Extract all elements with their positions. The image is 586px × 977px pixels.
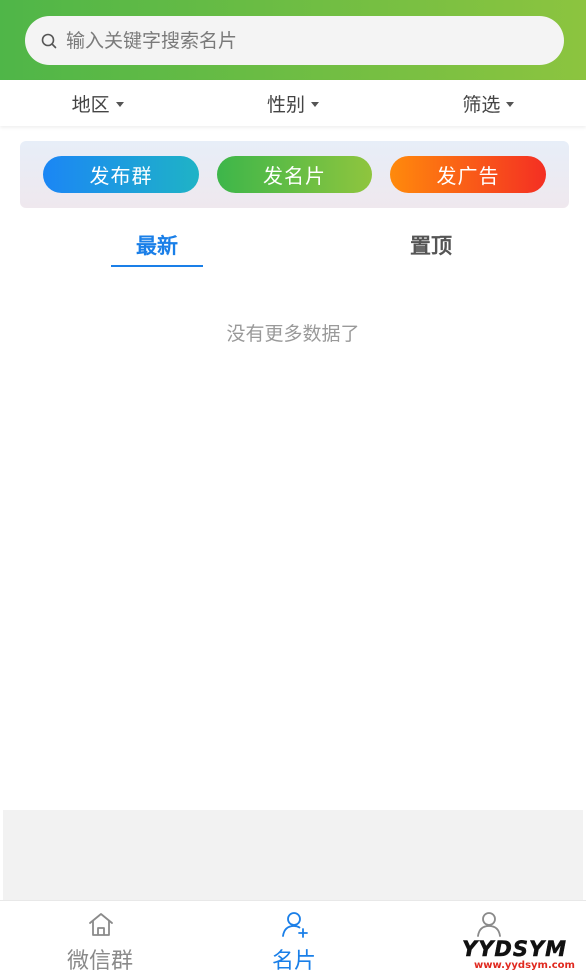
publish-group-button[interactable]: 发布群: [43, 156, 199, 193]
user-icon: [477, 912, 501, 937]
filter-region-label: 地区: [71, 93, 110, 116]
caret-down-icon: [115, 101, 124, 107]
home-icon: [89, 913, 113, 936]
footer-spacer: [3, 810, 583, 900]
caret-down-icon: [311, 101, 319, 107]
tab-active-indicator: [111, 265, 203, 267]
tab-pinned[interactable]: 置顶: [385, 230, 477, 270]
filter-region[interactable]: 地区: [0, 90, 195, 117]
nav-item-cards-label: 名片: [271, 949, 316, 974]
watermark-url: www.yydsym.com: [474, 960, 575, 971]
filter-more[interactable]: 筛选: [391, 90, 586, 117]
search-icon: [41, 33, 57, 48]
nav-item-groups-label: 微信群: [66, 949, 133, 974]
filter-more-label: 筛选: [462, 93, 501, 116]
action-panel: 发布群 发名片 发广告: [20, 141, 569, 208]
tab-latest[interactable]: 最新: [111, 230, 203, 270]
header-bar: [0, 0, 586, 80]
watermark-brand: YYDSYM: [462, 937, 568, 961]
filter-gender-label: 性别: [266, 93, 305, 116]
caret-down-icon: [506, 101, 515, 107]
search-box[interactable]: [25, 16, 564, 65]
add-user-icon: [282, 912, 308, 938]
publish-card-button[interactable]: 发名片: [217, 156, 372, 193]
filter-bar: 地区 性别 筛选: [0, 80, 586, 126]
nav-item-cards[interactable]: 名片: [196, 901, 392, 977]
site-watermark: YYDSYM www.yydsym.com: [462, 938, 580, 974]
nav-item-groups[interactable]: 微信群: [2, 901, 198, 977]
search-input[interactable]: [66, 25, 546, 56]
empty-state-text: 没有更多数据了: [226, 323, 360, 345]
publish-ad-button[interactable]: 发广告: [390, 156, 546, 193]
filter-gender[interactable]: 性别: [195, 90, 390, 117]
